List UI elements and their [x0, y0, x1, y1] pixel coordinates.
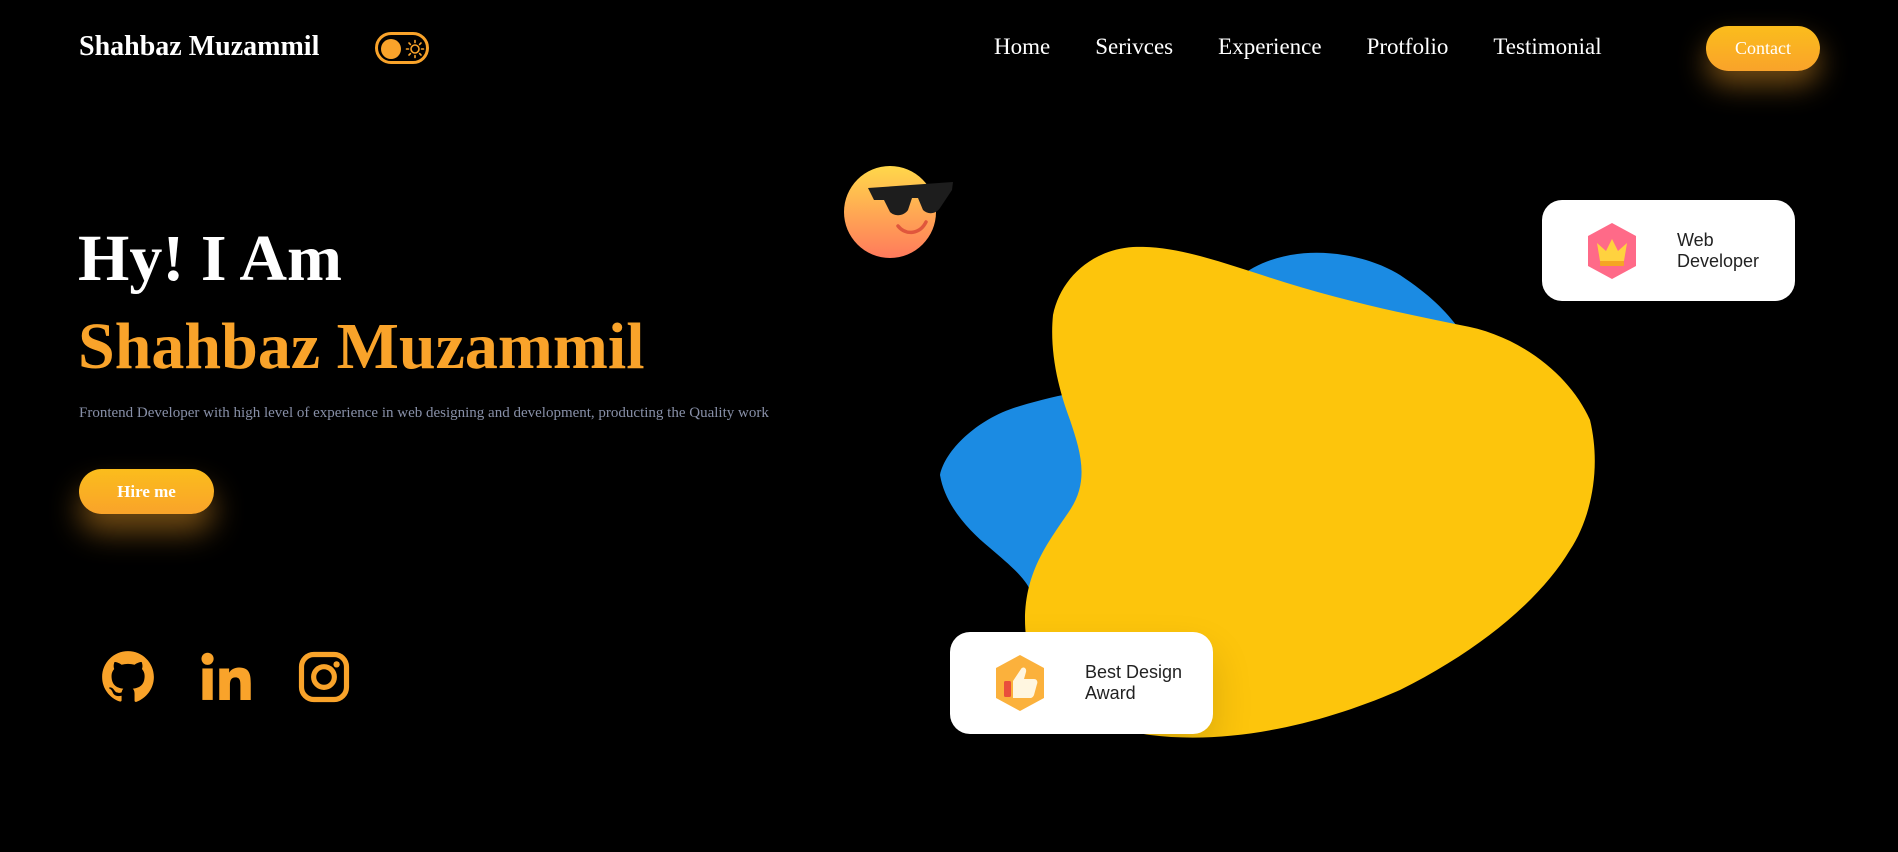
crown-badge-icon: [1588, 222, 1636, 279]
web-developer-label: Web Developer: [1677, 230, 1759, 272]
best-design-award-label: Best Design Award: [1085, 662, 1182, 704]
award-line2: Award: [1085, 683, 1136, 703]
sunglasses-emoji: [844, 166, 953, 258]
web-developer-line1: Web: [1677, 229, 1714, 250]
best-design-award-card: Best Design Award: [950, 632, 1213, 734]
thumbs-up-badge-icon: [996, 655, 1044, 711]
web-developer-line2: Developer: [1677, 250, 1760, 271]
web-developer-card: Web Developer: [1542, 200, 1795, 301]
hero-blob-illustration: [940, 246, 1595, 738]
award-line1: Best Design: [1085, 662, 1183, 682]
